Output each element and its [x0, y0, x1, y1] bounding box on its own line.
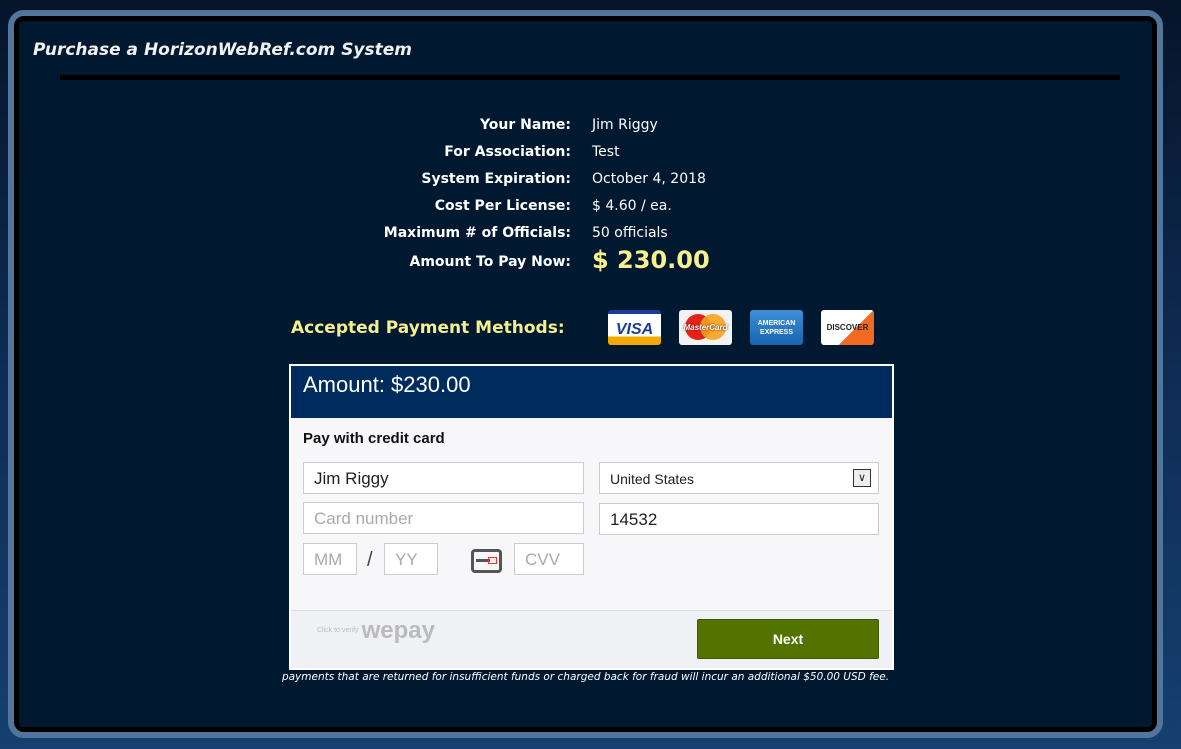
- wepay-logo[interactable]: Click to verify wepay: [317, 617, 435, 645]
- expiry-year-input[interactable]: YY: [384, 543, 438, 575]
- association-value: Test: [592, 144, 620, 160]
- name-value: Jim Riggy: [592, 117, 658, 133]
- cost-label: Cost Per License:: [434, 198, 571, 214]
- divider: [60, 75, 1120, 80]
- page-title: Purchase a HorizonWebRef.com System: [33, 40, 413, 60]
- chevron-down-icon[interactable]: ∨: [853, 469, 871, 487]
- form-footer: Click to verify wepay Next: [291, 610, 892, 668]
- form-heading: Pay with credit card: [303, 430, 445, 447]
- next-button[interactable]: Next: [697, 619, 879, 659]
- fee-notice: payments that are returned for insuffici…: [281, 671, 890, 683]
- payment-form: Amount: $230.00 Pay with credit card Jim…: [289, 364, 894, 670]
- zip-input[interactable]: 14532: [599, 503, 879, 535]
- name-label: Your Name:: [479, 117, 571, 133]
- main-frame: Purchase a HorizonWebRef.com System Your…: [8, 10, 1163, 738]
- expiry-month-input[interactable]: MM: [303, 543, 357, 575]
- visa-logo: VISA: [608, 310, 661, 345]
- amount-label: Amount To Pay Now:: [409, 254, 572, 270]
- payment-methods-label: Accepted Payment Methods:: [291, 318, 565, 338]
- card-logos: VISA MasterCard AMERICAN EXPRESS DISCOVE…: [608, 310, 874, 345]
- cvv-input[interactable]: CVV: [514, 543, 584, 575]
- card-number-input[interactable]: Card number: [303, 502, 584, 534]
- amex-logo: AMERICAN EXPRESS: [750, 310, 803, 345]
- country-select[interactable]: United States ∨: [599, 462, 879, 494]
- content-panel: Purchase a HorizonWebRef.com System Your…: [19, 21, 1152, 727]
- expiration-value: October 4, 2018: [592, 171, 706, 187]
- expiry-separator: /: [367, 549, 373, 571]
- expiration-label: System Expiration:: [421, 171, 571, 187]
- country-value: United States: [610, 471, 695, 487]
- discover-logo: DISCOVER: [821, 310, 874, 345]
- mastercard-logo: MasterCard: [679, 310, 732, 345]
- cost-value: $ 4.60 / ea.: [592, 198, 672, 214]
- amount-header: Amount: $230.00: [291, 366, 892, 418]
- card-cvv-icon: [471, 549, 502, 573]
- cardholder-name-input[interactable]: Jim Riggy: [303, 462, 584, 494]
- association-label: For Association:: [444, 144, 571, 160]
- max-officials-value: 50 officials: [592, 225, 668, 241]
- amount-value: $ 230.00: [592, 246, 710, 274]
- max-officials-label: Maximum # of Officials:: [383, 225, 571, 241]
